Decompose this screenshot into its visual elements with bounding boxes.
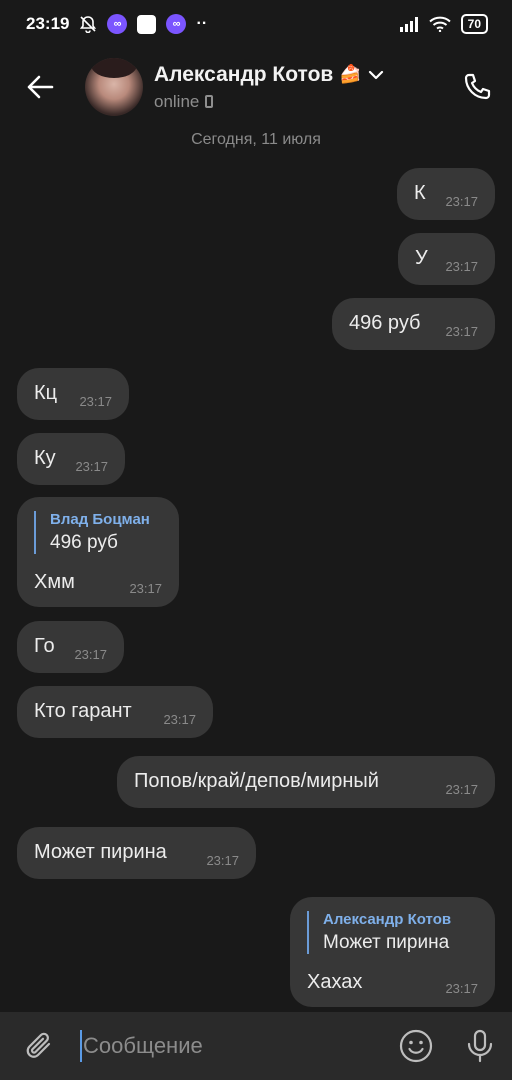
square-app-icon — [137, 14, 157, 34]
reply-text: 496 руб — [50, 532, 118, 553]
message-bubble-outgoing[interactable]: К 23:17 — [397, 168, 495, 220]
message-time: 23:17 — [79, 394, 112, 409]
message-time: 23:17 — [445, 981, 478, 996]
more-dots-icon: ·· — [196, 15, 208, 32]
message-bubble-incoming[interactable]: Кто гарант 23:17 — [17, 686, 213, 738]
message-text: Кц — [34, 382, 58, 404]
attach-button[interactable] — [0, 1012, 80, 1080]
message-input-placeholder: Сообщение — [83, 1033, 203, 1058]
message-text: Попов/край/депов/мирный — [134, 770, 379, 792]
app-notification-icon: ∞ — [107, 14, 128, 34]
message-text: Кто гарант — [34, 700, 132, 722]
phone-icon — [464, 73, 491, 100]
mobile-device-icon — [205, 95, 214, 108]
app-notification-icon: ∞ — [166, 14, 187, 34]
reply-text: Может пирина — [323, 932, 450, 953]
text-caret — [80, 1030, 82, 1062]
message-bubble-incoming[interactable]: Кц 23:17 — [17, 368, 129, 420]
reply-quote[interactable]: Александр Котов Может пирина — [307, 911, 451, 954]
date-separator: Сегодня, 11 июля — [191, 131, 321, 148]
reply-author: Александр Котов — [323, 911, 452, 928]
message-bubble-incoming-reply[interactable]: Влад Боцман 496 руб Хмм 23:17 — [17, 497, 179, 607]
message-time: 23:17 — [74, 647, 107, 662]
signal-icon — [399, 16, 419, 32]
message-time: 23:17 — [445, 324, 478, 339]
avatar[interactable] — [85, 58, 143, 116]
call-button[interactable] — [442, 48, 512, 126]
arrow-left-icon — [27, 75, 54, 99]
contact-name: Александр Котов — [154, 62, 334, 86]
contact-info[interactable]: Александр Котов 🍰 online — [154, 63, 442, 112]
status-left: 23:19 ∞ ∞ ·· — [26, 14, 207, 34]
message-time: 23:17 — [445, 782, 478, 797]
message-time: 23:17 — [206, 853, 239, 868]
contact-name-row: Александр Котов 🍰 — [154, 63, 442, 87]
message-text: У — [415, 247, 428, 269]
microphone-icon — [467, 1029, 493, 1063]
message-bubble-incoming[interactable]: Ку 23:17 — [17, 433, 125, 485]
message-text: Ку — [34, 447, 56, 469]
message-bubble-outgoing[interactable]: 496 руб 23:17 — [332, 298, 495, 350]
message-bubble-outgoing-reply[interactable]: Александр Котов Может пирина Хахах 23:17 — [290, 897, 495, 1007]
message-time: 23:17 — [75, 459, 108, 474]
message-bubble-outgoing[interactable]: У 23:17 — [398, 233, 495, 285]
message-composer: Сообщение — [0, 1012, 512, 1080]
chevron-down-icon[interactable] — [368, 70, 384, 80]
status-right: 70 — [399, 14, 488, 34]
message-time: 23:17 — [129, 581, 162, 596]
online-status-row: online — [154, 92, 442, 112]
smiley-icon — [399, 1029, 433, 1063]
message-bubble-outgoing[interactable]: Попов/край/депов/мирный 23:17 — [117, 756, 495, 808]
battery-icon: 70 — [460, 14, 488, 34]
message-time: 23:17 — [445, 194, 478, 209]
reply-quote[interactable]: Влад Боцман 496 руб — [34, 511, 150, 554]
message-text: Хмм — [34, 571, 75, 593]
voice-record-button[interactable] — [448, 1012, 512, 1080]
message-time: 23:17 — [445, 259, 478, 274]
message-text: Го — [34, 635, 55, 657]
message-text: Может пирина — [34, 841, 167, 863]
message-bubble-incoming[interactable]: Го 23:17 — [17, 621, 124, 673]
message-time: 23:17 — [163, 712, 196, 727]
mute-bell-icon — [79, 15, 97, 33]
status-time: 23:19 — [26, 14, 70, 33]
paperclip-icon — [26, 1032, 51, 1058]
message-text: 496 руб — [349, 312, 421, 334]
message-text: Хахах — [307, 971, 363, 993]
online-status: online — [154, 91, 200, 111]
cake-emoji: 🍰 — [339, 64, 362, 84]
chat-header: Александр Котов 🍰 online — [0, 48, 512, 126]
reply-author: Влад Боцман — [50, 511, 150, 528]
message-text: К — [414, 182, 426, 204]
status-bar: 23:19 ∞ ∞ ·· 70 — [0, 0, 512, 48]
message-input[interactable]: Сообщение — [80, 1012, 384, 1080]
message-bubble-incoming[interactable]: Может пирина 23:17 — [17, 827, 256, 879]
back-button[interactable] — [0, 48, 80, 126]
wifi-icon — [428, 16, 451, 32]
emoji-button[interactable] — [384, 1012, 448, 1080]
